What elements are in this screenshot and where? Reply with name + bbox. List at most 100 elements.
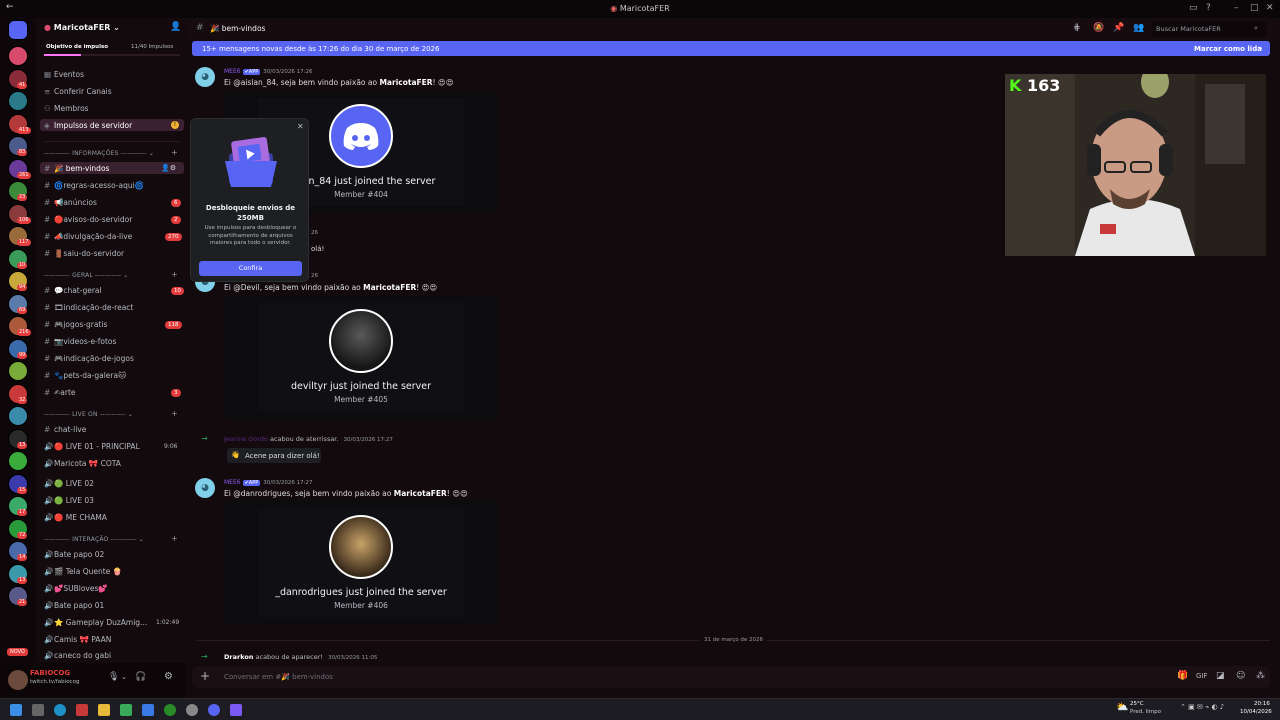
apps-icon[interactable]: ⁂ <box>1256 671 1265 681</box>
add-member-icon[interactable]: 👤 <box>170 22 181 32</box>
minimize-icon[interactable]: – <box>1234 3 1239 13</box>
channel-item[interactable]: 🔊🔴 LIVE 01 - PRINCIPAL <box>44 442 140 451</box>
emoji-icon[interactable]: ☺ <box>1236 671 1245 681</box>
nav-conferir-canais[interactable]: ≡ Conferir Canais <box>44 87 112 96</box>
channel-item[interactable]: # 💬chat-geral <box>44 286 102 295</box>
task-view-icon[interactable] <box>32 704 44 716</box>
add-channel-icon[interactable]: + <box>171 270 178 279</box>
category-geral[interactable]: ----------- GERAL ----------- ⌄ <box>44 272 128 279</box>
server-icon[interactable] <box>8 451 28 471</box>
join-arrow-icon: → <box>201 434 208 443</box>
server-badge: 413 <box>17 126 31 134</box>
pin-icon[interactable]: 📌 <box>1113 23 1124 33</box>
channel-item[interactable]: 🔊Bate papo 02 <box>44 550 104 559</box>
add-channel-icon[interactable]: + <box>171 534 178 543</box>
channel-item[interactable]: # 🐾pets-da-galera🐱 <box>44 371 126 380</box>
close-icon[interactable]: ✕ <box>1266 3 1274 13</box>
add-channel-icon[interactable]: + <box>171 409 178 418</box>
message-input[interactable]: + Conversar em #🎉 bem-vindos 🎁 GIF ◪ ☺ ⁂ <box>192 666 1270 688</box>
author-name[interactable]: MEE6 <box>224 68 241 75</box>
server-header[interactable]: ● MaricotaFER ⌄ <box>44 23 120 32</box>
add-attachment-icon[interactable]: + <box>200 669 210 683</box>
app-icon[interactable] <box>76 704 88 716</box>
app-icon[interactable] <box>230 704 242 716</box>
discord-icon[interactable] <box>208 704 220 716</box>
gif-icon[interactable]: GIF <box>1196 672 1208 680</box>
category-interacao[interactable]: ----------- INTERAÇÃO ----------- ⌄ <box>44 536 144 543</box>
close-icon[interactable]: ✕ <box>297 122 304 131</box>
date-divider-label: 31 de março de 2026 <box>700 637 767 643</box>
category-info[interactable]: ----------- INFORMAÇÕES ----------- ⌄ <box>44 150 154 157</box>
system-user[interactable]: Jeanne Gordo <box>224 435 268 443</box>
maximize-icon[interactable]: □ <box>1250 3 1259 13</box>
channel-item[interactable]: 🔊Camis 🎀 PAAN <box>44 635 111 644</box>
threads-icon[interactable]: ⋕ <box>1073 23 1081 33</box>
add-channel-icon[interactable]: + <box>171 148 178 157</box>
welcome-card[interactable]: _danrodrigues just joined the server Mem… <box>224 501 498 625</box>
server-icon[interactable] <box>8 91 28 111</box>
channel-item[interactable]: # chat-live <box>44 425 86 434</box>
channel-item[interactable]: # 🎞indicação-de-react <box>44 303 133 312</box>
settings-icon[interactable]: ⚙ <box>164 671 173 682</box>
server-icon[interactable] <box>8 406 28 426</box>
welcome-card[interactable]: deviltyr just joined the server Member #… <box>224 295 498 419</box>
windows-start-icon[interactable] <box>10 704 22 716</box>
headphones-icon[interactable]: 🎧 <box>135 672 146 682</box>
wave-label: Acene para dizer olá! <box>245 452 320 460</box>
inbox-icon[interactable]: ▭ <box>1189 3 1198 13</box>
wave-button[interactable]: 👋 Acene para dizer olá! <box>227 448 321 463</box>
channel-item[interactable]: 🔊🎬 Tela Quente 🍿 <box>44 567 122 576</box>
avatar[interactable]: ◕ <box>195 67 215 87</box>
edge-icon[interactable] <box>54 704 66 716</box>
channel-item[interactable]: # 📢anúncios <box>44 198 97 207</box>
channel-item[interactable]: # 📣divulgação-da-live <box>44 232 132 241</box>
xbox-icon[interactable] <box>164 704 176 716</box>
mark-read-button[interactable]: Marcar como lida <box>1194 45 1262 53</box>
tray-icons[interactable]: ⌃ ▣ ✉ ⌁ ◐ ♪ <box>1180 703 1224 711</box>
help-icon[interactable]: ? <box>1206 3 1211 13</box>
channel-item[interactable]: # 🎮jogos-gratis <box>44 320 107 329</box>
category-live[interactable]: ----------- LIVE ON ----------- ⌄ <box>44 411 133 418</box>
server-icon[interactable] <box>8 361 28 381</box>
nav-impulsos[interactable]: ◈ Impulsos de servidor <box>44 121 132 130</box>
sticker-icon[interactable]: ◪ <box>1216 671 1225 681</box>
channel-item[interactable]: 🔊⭐ Gameplay DuzAmig... <box>44 618 147 627</box>
system-user[interactable]: Drarkon <box>224 653 253 661</box>
nav-membros[interactable]: ⚇ Membros <box>44 104 89 113</box>
channel-item[interactable]: 🔊🟢 LIVE 03 <box>44 496 94 505</box>
channel-item[interactable]: 🔊🔴 ME CHAMA <box>44 513 107 522</box>
channel-item[interactable]: 🔊caneco do gabi <box>44 651 111 660</box>
channel-item[interactable]: # ✍arte <box>44 388 76 397</box>
channel-item[interactable]: 🔊💕SUBloves💕 <box>44 584 108 593</box>
bell-icon[interactable]: 🔕 <box>1093 23 1104 33</box>
microphone-icon[interactable]: 🎙 <box>108 672 119 682</box>
novo-badge: NOVO <box>7 648 28 656</box>
new-messages-banner[interactable]: 15+ mensagens novas desde às 17:26 do di… <box>192 41 1270 56</box>
channel-item[interactable]: # 🌀regras-acesso-aqui🌀 <box>44 181 144 190</box>
store-icon[interactable] <box>120 704 132 716</box>
channel-item[interactable]: # 🔴avisos-do-servidor <box>44 215 132 224</box>
avatar[interactable]: ◕ <box>195 478 215 498</box>
channel-item[interactable]: # 🚪saiu-do-servidor <box>44 249 124 258</box>
gift-icon[interactable]: 🎁 <box>1177 671 1188 681</box>
app-icon[interactable] <box>186 704 198 716</box>
channel-settings-icon[interactable]: 👤⚙ <box>161 164 176 172</box>
direct-messages-icon[interactable] <box>8 20 28 40</box>
confira-button[interactable]: Confira <box>199 261 302 276</box>
member-list-icon[interactable]: 👥 <box>1133 23 1144 33</box>
author-name[interactable]: MEE6 <box>224 479 241 486</box>
channel-item[interactable]: 🔊🟢 LIVE 02 <box>44 479 94 488</box>
avatar[interactable] <box>8 670 28 690</box>
search-input[interactable]: Buscar MaricotaFER ⌕ <box>1152 21 1266 37</box>
channel-item[interactable]: 🔊Bate papo 01 <box>44 601 104 610</box>
search-placeholder: Buscar MaricotaFER <box>1156 25 1221 33</box>
app-icon[interactable] <box>142 704 154 716</box>
channel-item[interactable]: 🔊Maricota 🎀 COTA <box>44 459 121 468</box>
channel-item[interactable]: # 🎮indicação-de-jogos <box>44 354 134 363</box>
explorer-icon[interactable] <box>98 704 110 716</box>
channel-item[interactable]: # 📷videos-e-fotos <box>44 337 116 346</box>
chevron-down-icon[interactable]: ⌄ <box>121 673 127 681</box>
nav-eventos[interactable]: ▦ Eventos <box>44 70 84 79</box>
channel-item[interactable]: # 🎉 bem-vindos <box>44 164 109 173</box>
server-icon[interactable] <box>8 46 28 66</box>
